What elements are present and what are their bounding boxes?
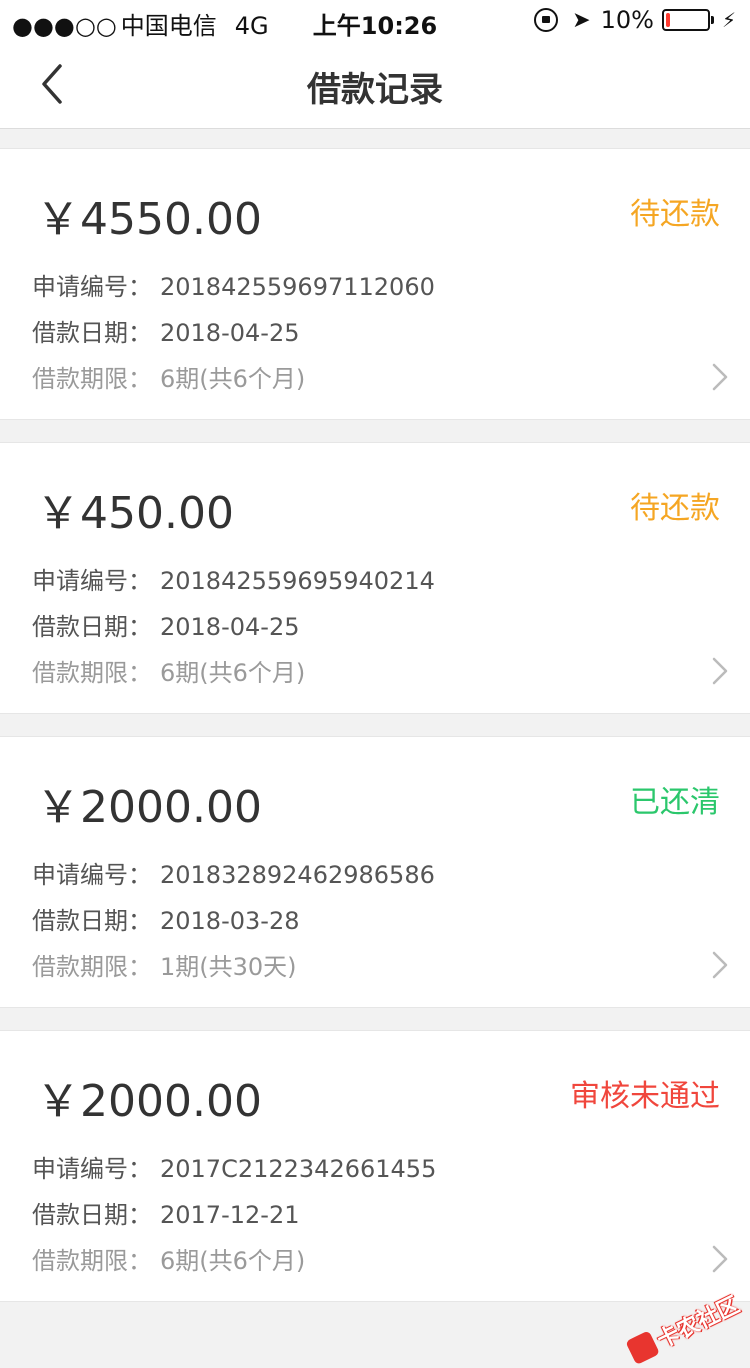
apply-no-row: 申请编号： 2017C2122342661455 xyxy=(32,1149,436,1184)
apply-no-label: 申请编号： xyxy=(32,567,152,595)
loan-date-value: 2017-12-21 xyxy=(160,1201,300,1229)
loan-date-row: 借款日期： 2018-03-28 xyxy=(32,901,299,936)
loan-status: 审核未通过 xyxy=(570,1079,720,1114)
apply-no-row: 申请编号： 201842559697112060 xyxy=(32,267,435,302)
loan-term-row: 借款期限： 1期(共30天) xyxy=(32,947,297,982)
apply-no-label: 申请编号： xyxy=(32,861,152,889)
battery-icon xyxy=(661,9,714,31)
loan-amount: ￥2000.00 xyxy=(36,782,262,833)
apply-no-value: 201842559695940214 xyxy=(160,567,435,595)
apply-no-label: 申请编号： xyxy=(32,273,152,301)
loan-amount: ￥2000.00 xyxy=(36,1076,262,1127)
apply-no-label: 申请编号： xyxy=(32,1155,152,1183)
chevron-right-icon xyxy=(708,361,732,393)
page-title: 借款记录 xyxy=(307,70,443,110)
loan-record-card[interactable]: ￥4550.00 待还款申请编号： 201842559697112060 借款日期： 2… xyxy=(0,148,750,420)
apply-no-value: 201832892462986586 xyxy=(160,861,435,889)
loan-term-value: 6期(共6个月) xyxy=(160,659,306,687)
status-bar: ●●●○○ 中国电信 4G 上午10:26 ➤ 10% ⚡ xyxy=(0,0,750,40)
location-arrow-icon: ➤ xyxy=(572,7,591,33)
loan-amount: ￥450.00 xyxy=(36,488,234,539)
loan-date-row: 借款日期： 2018-04-25 xyxy=(32,607,299,642)
loan-term-label: 借款期限： xyxy=(32,659,152,687)
loan-date-value: 2018-03-28 xyxy=(160,907,300,935)
battery-percent: 10% xyxy=(600,6,654,34)
loan-date-label: 借款日期： xyxy=(32,319,152,347)
loan-record-list: ￥4550.00 待还款 申请编号： 201842559697112060 借款日期： 2… xyxy=(0,148,750,1324)
nav-bar: 借款记录 xyxy=(0,40,750,129)
loan-term-label: 借款期限： xyxy=(32,953,152,981)
loan-amount: ￥4550.00 xyxy=(36,194,262,245)
loan-status: 待还款 xyxy=(630,491,720,526)
loan-term-row: 借款期限： 6期(共6个月) xyxy=(32,653,305,688)
chevron-right-icon xyxy=(708,949,732,981)
loan-date-value: 2018-04-25 xyxy=(160,613,300,641)
loan-term-label: 借款期限： xyxy=(32,365,152,393)
loan-status: 待还款 xyxy=(630,197,720,232)
loan-term-label: 借款期限： xyxy=(32,1247,152,1275)
apply-no-row: 申请编号： 201832892462986586 xyxy=(32,855,435,890)
loan-term-value: 6期(共6个月) xyxy=(160,1247,306,1275)
loan-term-row: 借款期限： 6期(共6个月) xyxy=(32,1241,305,1276)
status-right: ➤ 10% ⚡ xyxy=(534,6,736,34)
apply-no-row: 申请编号： 201842559695940214 xyxy=(32,561,435,596)
chevron-right-icon xyxy=(708,655,732,687)
loan-date-label: 借款日期： xyxy=(32,907,152,935)
loan-record-card[interactable]: ￥450.00 待还款申请编号： 201842559695940214 借款日期： 20… xyxy=(0,442,750,714)
loan-date-row: 借款日期： 2017-12-21 xyxy=(32,1195,299,1230)
loan-term-value: 6期(共6个月) xyxy=(160,365,306,393)
chevron-right-icon xyxy=(708,1243,732,1275)
apply-no-value: 2017C2122342661455 xyxy=(160,1155,437,1183)
loan-date-label: 借款日期： xyxy=(32,613,152,641)
loan-date-row: 借款日期： 2018-04-25 xyxy=(32,313,299,348)
apply-no-value: 201842559697112060 xyxy=(160,273,435,301)
loan-date-label: 借款日期： xyxy=(32,1201,152,1229)
loan-record-card[interactable]: ￥2000.00 审核未通过申请编号： 2017C2122342661455 借款日期… xyxy=(0,1030,750,1302)
loan-status: 已还清 xyxy=(630,785,720,820)
rotation-lock-icon xyxy=(534,8,559,32)
loan-record-card[interactable]: ￥2000.00 已还清申请编号： 201832892462986586 借款日期： 2… xyxy=(0,736,750,1008)
charging-bolt-icon: ⚡ xyxy=(721,8,736,32)
battery-fill xyxy=(665,13,670,27)
loan-date-value: 2018-04-25 xyxy=(160,319,300,347)
loan-term-value: 1期(共30天) xyxy=(160,953,297,981)
loan-term-row: 借款期限： 6期(共6个月) xyxy=(32,359,305,394)
